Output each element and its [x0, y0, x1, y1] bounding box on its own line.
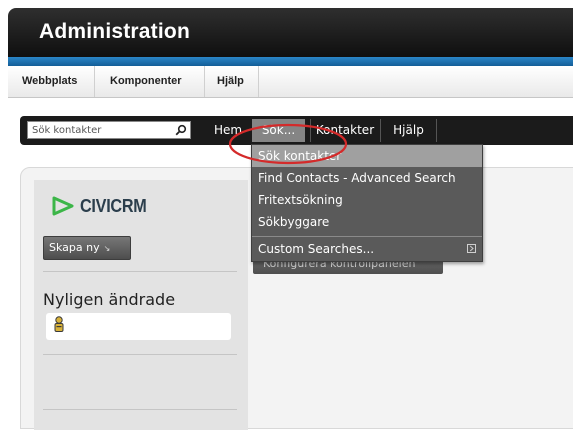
- dropdown-separator: [252, 236, 482, 237]
- dropdown-item-full-text-search[interactable]: Fritextsökning: [252, 189, 482, 211]
- dropdown-item-advanced-search[interactable]: Find Contacts - Advanced Search: [252, 167, 482, 189]
- sidebar-divider: [43, 354, 237, 355]
- admin-header: Administration: [8, 8, 573, 57]
- menu-item-webbplats[interactable]: Webbplats: [8, 66, 95, 97]
- submenu-arrow-icon: [467, 244, 476, 253]
- sidebar-divider: [43, 271, 237, 272]
- logo-text-crm: CRM: [110, 195, 147, 216]
- joomla-menu-bar: Webbplats Komponenter Hjälp: [8, 66, 573, 98]
- recent-items-list: [46, 313, 231, 340]
- create-new-button[interactable]: Skapa ny ↘: [43, 236, 131, 260]
- custom-searches-label: Custom Searches...: [258, 242, 375, 256]
- nav-item-help[interactable]: Hjälp: [380, 119, 437, 142]
- menu-item-komponenter[interactable]: Komponenter: [95, 66, 205, 97]
- dropdown-item-find-contacts[interactable]: Sök kontakter: [252, 145, 482, 167]
- nav-item-hem[interactable]: Hem: [208, 119, 248, 142]
- header-accent-strip: [8, 57, 573, 66]
- dropdown-item-custom-searches[interactable]: Custom Searches...: [252, 238, 482, 260]
- civicrm-logo-icon: [52, 196, 74, 216]
- menu-item-hjalp[interactable]: Hjälp: [205, 66, 259, 97]
- civicrm-nav-bar: Hem Sök... Kontakter Hjälp: [20, 116, 573, 145]
- sidebar-divider: [43, 409, 237, 410]
- quick-search-box: [27, 121, 191, 139]
- dropdown-item-search-builder[interactable]: Sökbyggare: [252, 211, 482, 233]
- civicrm-logo: CIVICRM: [52, 193, 154, 219]
- search-input[interactable]: [28, 122, 172, 138]
- search-dropdown-menu: Sök kontakter Find Contacts - Advanced S…: [251, 144, 483, 262]
- nav-item-search[interactable]: Sök...: [252, 119, 305, 142]
- contact-person-icon[interactable]: [53, 316, 65, 333]
- nav-item-contacts[interactable]: Kontakter: [310, 119, 379, 142]
- page-title: Administration: [39, 20, 190, 43]
- search-icon[interactable]: [175, 124, 187, 136]
- arrow-down-right-icon: ↘: [103, 244, 111, 253]
- create-new-label: Skapa ny: [49, 241, 100, 254]
- recent-items-title: Nyligen ändrade: [43, 290, 176, 309]
- logo-text-civi: CIVI: [80, 195, 111, 216]
